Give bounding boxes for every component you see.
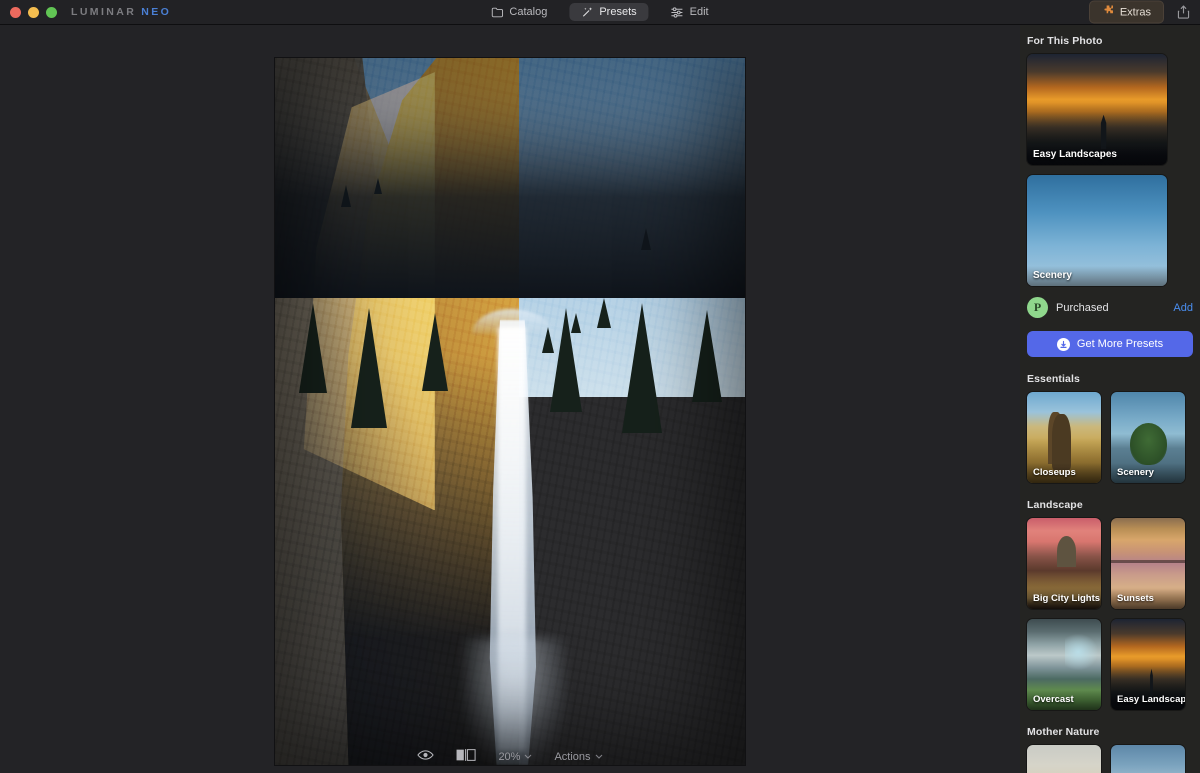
preset-card-label: Easy Landscapes: [1027, 145, 1167, 165]
preset-card-easy-landscapes[interactable]: Easy Landscapes: [1027, 54, 1167, 165]
tab-presets-label: Presets: [599, 6, 637, 18]
section-title: Landscape: [1027, 499, 1083, 511]
for-this-photo-card-grid: Easy Landscapes Scenery: [1020, 54, 1200, 286]
folder-icon: [491, 7, 504, 18]
before-after-icon: [456, 749, 477, 764]
preset-card-easy-landscapes-2[interactable]: Easy Landscapes: [1111, 619, 1185, 710]
preset-card-waterscapes[interactable]: Waterscapes: [1111, 745, 1185, 773]
wand-icon: [581, 6, 593, 18]
brand-primary: LUMINAR: [71, 6, 137, 18]
brand-secondary: NEO: [141, 6, 172, 18]
preset-card-closeups[interactable]: Closeups: [1027, 392, 1101, 483]
preset-card-label: Scenery: [1027, 266, 1167, 286]
section-essentials: Essentials Closeups Scenery: [1020, 373, 1200, 483]
preset-card-label: Scenery: [1111, 463, 1185, 483]
section-landscape: Landscape Big City Lights Sunsets Overca…: [1020, 499, 1200, 710]
preset-card-savannah[interactable]: Savannah: [1027, 745, 1101, 773]
actions-dropdown[interactable]: Actions: [554, 751, 602, 763]
presets-panel[interactable]: For This Photo Easy Landscapes Scenery P: [1020, 25, 1200, 773]
chevron-down-icon: [524, 752, 532, 761]
actions-label: Actions: [554, 750, 591, 763]
tab-catalog-label: Catalog: [509, 6, 548, 18]
photo-preview[interactable]: [275, 58, 745, 765]
sliders-icon: [671, 6, 684, 18]
tab-presets[interactable]: Presets: [569, 3, 649, 21]
preset-card-overcast[interactable]: Overcast: [1027, 619, 1101, 710]
photo-container: [275, 58, 745, 765]
chevron-down-icon: [595, 752, 603, 761]
preset-card-big-city-lights[interactable]: Big City Lights: [1027, 518, 1101, 609]
zoom-level-value: 20%: [498, 750, 521, 763]
preset-card-label: Sunsets: [1111, 589, 1185, 609]
tab-catalog[interactable]: Catalog: [479, 3, 559, 21]
purchased-row: P Purchased Add: [1020, 286, 1200, 329]
tab-edit-label: Edit: [689, 6, 709, 18]
puzzle-icon: [1102, 5, 1114, 20]
section-title: For This Photo: [1027, 35, 1103, 47]
preset-thumbnail: [1027, 745, 1101, 773]
title-bar: LUMINAR NEO Catalog Presets Edit Extras: [0, 0, 1200, 25]
purchased-badge-icon: P: [1027, 297, 1048, 318]
extras-label: Extras: [1119, 6, 1151, 18]
preset-card-scenery-featured[interactable]: Scenery: [1027, 175, 1167, 286]
landscape-card-grid: Big City Lights Sunsets Overcast Easy La…: [1020, 518, 1200, 710]
viewer-toolbar: 20% Actions: [0, 740, 1020, 773]
section-title: Essentials: [1027, 373, 1080, 385]
section-title: Mother Nature: [1027, 726, 1100, 738]
preset-card-label: Closeups: [1027, 463, 1101, 483]
photo-vignette: [275, 58, 745, 765]
canvas-area: 20% Actions: [0, 25, 1020, 773]
zoom-level-dropdown[interactable]: 20%: [498, 751, 532, 763]
section-for-this-photo: For This Photo Easy Landscapes Scenery P: [1020, 35, 1200, 357]
zoom-button[interactable]: [46, 6, 57, 18]
share-icon[interactable]: [1174, 3, 1192, 21]
download-circle-icon: [1056, 337, 1070, 351]
eye-icon: [417, 749, 435, 764]
preview-toggle-button[interactable]: [417, 749, 435, 764]
main-tabs: Catalog Presets Edit: [479, 3, 720, 21]
preset-card-label: Overcast: [1027, 690, 1101, 710]
app-logo: LUMINAR NEO: [71, 6, 171, 18]
essentials-card-grid: Closeups Scenery: [1020, 392, 1200, 483]
minimize-button[interactable]: [28, 6, 39, 18]
close-button[interactable]: [10, 6, 21, 18]
luminar-neo-window: LUMINAR NEO Catalog Presets Edit Extras …: [0, 0, 1200, 773]
tab-edit[interactable]: Edit: [659, 3, 721, 21]
preset-thumbnail: [1111, 745, 1185, 773]
get-more-presets-button[interactable]: Get More Presets: [1027, 331, 1193, 357]
extras-button[interactable]: Extras: [1088, 0, 1164, 24]
compare-toggle-button[interactable]: [456, 749, 477, 764]
preset-card-label: Big City Lights: [1027, 589, 1101, 609]
preset-card-scenery[interactable]: Scenery: [1111, 392, 1185, 483]
window-controls: [0, 6, 57, 18]
preset-card-label: Easy Landscapes: [1111, 690, 1185, 710]
app-body: 20% Actions For This Photo Easy Landscap…: [0, 25, 1200, 773]
add-presets-link[interactable]: Add: [1173, 302, 1193, 314]
section-mother-nature: Mother Nature Savannah Waterscapes: [1020, 726, 1200, 773]
mother-nature-card-grid: Savannah Waterscapes: [1020, 745, 1200, 773]
purchased-label: Purchased: [1056, 301, 1109, 314]
presets-panel-content: For This Photo Easy Landscapes Scenery P: [1020, 25, 1200, 773]
preset-card-sunsets[interactable]: Sunsets: [1111, 518, 1185, 609]
get-more-presets-label: Get More Presets: [1076, 338, 1164, 350]
title-bar-actions: Extras: [1088, 0, 1192, 24]
